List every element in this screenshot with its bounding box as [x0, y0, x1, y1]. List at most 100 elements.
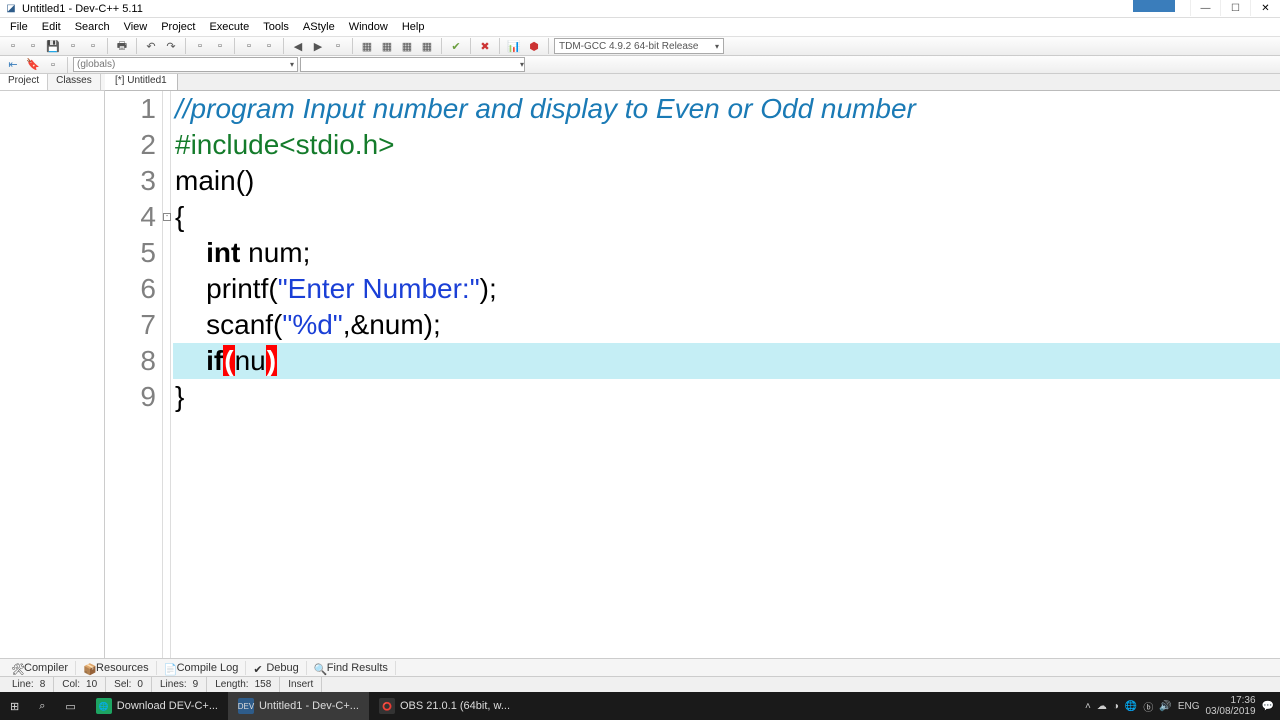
main-toolbar: ▫ ▫ 💾 ▫ ▫ 🖶 ↶ ↷ ▫ ▫ ▫ ▫ ◀ ▶ ▫ ▦ ▦ ▦ ▦ ✔ …	[0, 36, 1280, 56]
code-line[interactable]: if(nu)	[173, 343, 1280, 379]
code-line[interactable]: }	[173, 379, 1280, 415]
save-icon[interactable]: 💾	[44, 37, 62, 55]
code-editor[interactable]: 123456789 - //program Input number and d…	[105, 91, 1280, 658]
clock[interactable]: 17:36 03/08/2019	[1205, 695, 1255, 717]
fold-toggle-icon[interactable]: -	[163, 213, 171, 221]
menu-tools[interactable]: Tools	[257, 20, 295, 34]
undo-icon[interactable]: ↶	[142, 37, 160, 55]
code-line[interactable]: //program Input number and display to Ev…	[173, 91, 1280, 127]
replace-icon[interactable]: ▫	[211, 37, 229, 55]
title-accent	[1133, 0, 1175, 12]
taskbar-app[interactable]: ⭕OBS 21.0.1 (64bit, w...	[369, 692, 520, 720]
windows-icon: ⊞	[10, 700, 19, 713]
editor-area: [*] Untitled1 123456789 - //program Inpu…	[105, 74, 1280, 658]
sidebar-tab-project[interactable]: Project	[0, 74, 48, 90]
stop-icon[interactable]: ✖	[476, 37, 494, 55]
status-col: Col:10	[54, 677, 106, 692]
taskbar-app[interactable]: 🌐Download DEV-C+...	[86, 692, 228, 720]
code-line[interactable]: int num;	[173, 235, 1280, 271]
nav-back-icon[interactable]: ▫	[240, 37, 258, 55]
menu-file[interactable]: File	[4, 20, 34, 34]
find-icon[interactable]: ▫	[191, 37, 209, 55]
menu-project[interactable]: Project	[155, 20, 201, 34]
app-window: ◪ Untitled1 - Dev-C++ 5.11 — ☐ ✕ FileEdi…	[0, 0, 1280, 692]
open-icon[interactable]: ▫	[24, 37, 42, 55]
bottom-tab-find-results[interactable]: 🔍Find Results	[307, 661, 396, 675]
new-file-icon[interactable]: ▫	[4, 37, 22, 55]
menu-help[interactable]: Help	[396, 20, 431, 34]
profile2-icon[interactable]: ⬢	[525, 37, 543, 55]
compiler-select[interactable]: TDM-GCC 4.9.2 64-bit Release ▾	[554, 38, 724, 54]
search-button[interactable]: ⌕	[29, 692, 55, 720]
menu-edit[interactable]: Edit	[36, 20, 67, 34]
code-line[interactable]: #include<stdio.h>	[173, 127, 1280, 163]
menu-execute[interactable]: Execute	[203, 20, 255, 34]
fold-column: -	[163, 91, 171, 658]
taskview-icon: ▭	[65, 700, 75, 713]
goto-icon[interactable]: ⇤	[4, 56, 22, 74]
nav-fwd-icon[interactable]: ▫	[260, 37, 278, 55]
bottom-tab-debug[interactable]: ✔Debug	[246, 661, 306, 675]
taskview-button[interactable]: ▭	[55, 692, 85, 720]
editor-tab[interactable]: [*] Untitled1	[105, 74, 178, 90]
bookmark-next-icon[interactable]: ▶	[309, 37, 327, 55]
titlebar[interactable]: ◪ Untitled1 - Dev-C++ 5.11 — ☐ ✕	[0, 0, 1280, 18]
toolbar-separator	[548, 38, 549, 54]
rebuild-icon[interactable]: ▦	[418, 37, 436, 55]
scope-select[interactable]: (globals) ▾	[73, 57, 298, 72]
system-tray[interactable]: ˄ ☁ ◑ 🌐 ⓑ 🔊 ENG 17:36 03/08/2019 💬	[1079, 695, 1280, 717]
start-button[interactable]: ⊞	[0, 692, 29, 720]
editor-tabs: [*] Untitled1	[105, 74, 1280, 91]
taskbar-app[interactable]: DEVUntitled1 - Dev-C+...	[228, 692, 369, 720]
close-button[interactable]: ✕	[1250, 0, 1280, 16]
debug-icon[interactable]: ✔	[447, 37, 465, 55]
save-all-icon[interactable]: ▫	[64, 37, 82, 55]
profile-icon[interactable]: 📊	[505, 37, 523, 55]
app-icon: ◪	[4, 2, 18, 16]
bookmark-prev-icon[interactable]: ◀	[289, 37, 307, 55]
bottom-tab-compile-log[interactable]: 📄Compile Log	[157, 661, 247, 675]
code-line[interactable]: main()	[173, 163, 1280, 199]
status-length: Length:158	[207, 677, 280, 692]
compile-icon[interactable]: ▦	[358, 37, 376, 55]
code-line[interactable]: printf("Enter Number:");	[173, 271, 1280, 307]
code-lines[interactable]: //program Input number and display to Ev…	[171, 91, 1280, 658]
main-area: ProjectClassesDebug [*] Untitled1 123456…	[0, 74, 1280, 658]
taskbar[interactable]: ⊞ ⌕ ▭ 🌐Download DEV-C+...DEVUntitled1 - …	[0, 692, 1280, 720]
volume-icon[interactable]: 🔊	[1159, 701, 1171, 712]
print-icon[interactable]: 🖶	[113, 37, 131, 55]
toolbar-separator	[470, 38, 471, 54]
bottom-tab-resources[interactable]: 📦Resources	[76, 661, 157, 675]
code-line[interactable]: scanf("%d",&num);	[173, 307, 1280, 343]
notifications-icon[interactable]: 💬	[1262, 701, 1274, 712]
save-as-icon[interactable]: ▫	[84, 37, 102, 55]
network-icon[interactable]: 🌐	[1125, 701, 1137, 712]
bookmark-icon[interactable]: 🔖	[24, 56, 42, 74]
onedrive-icon[interactable]: ☁	[1097, 701, 1107, 712]
maximize-button[interactable]: ☐	[1220, 0, 1250, 16]
redo-icon[interactable]: ↷	[162, 37, 180, 55]
menu-window[interactable]: Window	[343, 20, 394, 34]
lang-indicator[interactable]: ENG	[1178, 701, 1200, 712]
bookmark-toggle-icon[interactable]: ▫	[329, 37, 347, 55]
code-line[interactable]: {	[173, 199, 1280, 235]
run-icon[interactable]: ▦	[378, 37, 396, 55]
battery-icon[interactable]: ◑	[1113, 701, 1119, 712]
member-select[interactable]: ▾	[300, 57, 525, 72]
menu-view[interactable]: View	[118, 20, 154, 34]
menu-search[interactable]: Search	[69, 20, 116, 34]
toolbar-separator	[234, 38, 235, 54]
list-icon[interactable]: ▫	[44, 56, 62, 74]
compile-run-icon[interactable]: ▦	[398, 37, 416, 55]
bottom-tab-compiler[interactable]: 🛠Compiler	[4, 661, 76, 675]
app-icon: 🌐	[96, 698, 112, 714]
menu-astyle[interactable]: AStyle	[297, 20, 341, 34]
status-sel: Sel:0	[106, 677, 152, 692]
bluetooth-icon[interactable]: ⓑ	[1143, 699, 1153, 714]
sidebar-tab-classes[interactable]: Classes	[48, 74, 101, 90]
tray-up-icon[interactable]: ˄	[1085, 701, 1091, 712]
window-controls: — ☐ ✕	[1190, 0, 1280, 16]
scope-label: (globals)	[77, 59, 115, 70]
toolbar-separator	[283, 38, 284, 54]
minimize-button[interactable]: —	[1190, 0, 1220, 16]
